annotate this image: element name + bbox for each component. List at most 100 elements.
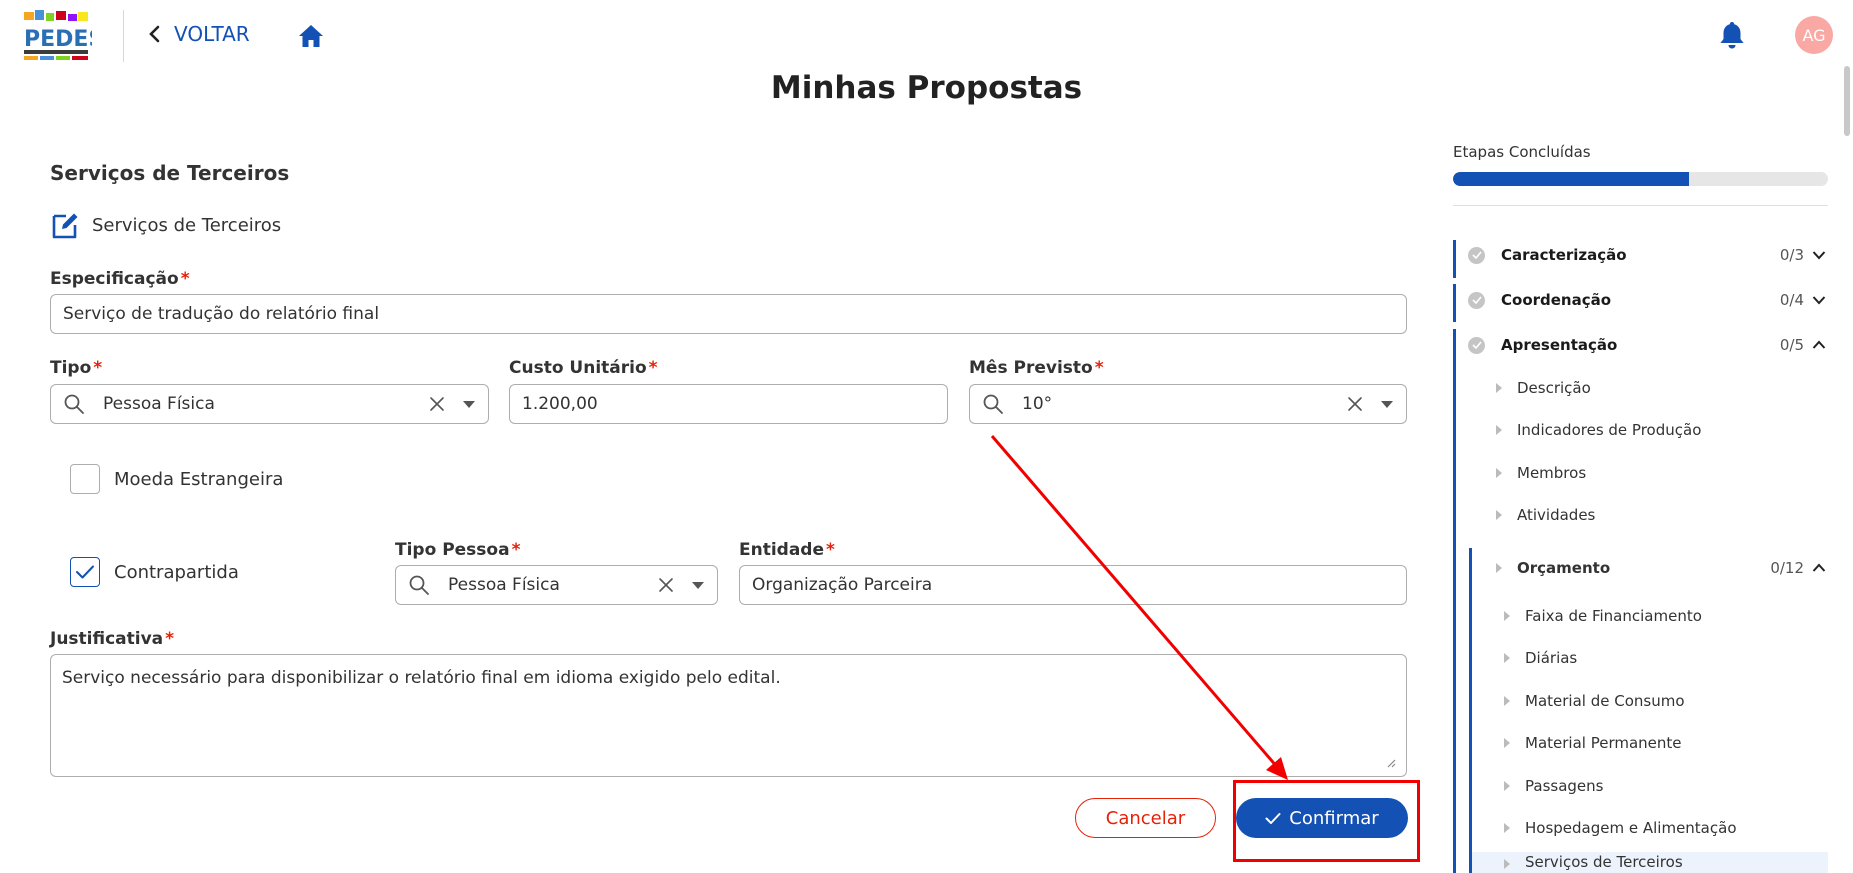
back-button[interactable]: VOLTAR xyxy=(148,22,250,46)
steps-progress-bar xyxy=(1453,172,1828,186)
entidade-label-text: Entidade xyxy=(739,540,825,560)
mes-previsto-select[interactable]: 10° xyxy=(969,384,1407,424)
chevron-up-icon[interactable] xyxy=(1812,563,1826,573)
sidebar-item-indicadores[interactable]: Indicadores de Produção xyxy=(1495,412,1701,448)
tipo-select[interactable]: Pessoa Física xyxy=(50,384,489,424)
step-count: 0/4 xyxy=(1779,291,1804,309)
sidebar-item-label: Faixa de Financiamento xyxy=(1525,607,1702,625)
mes-previsto-value: 10° xyxy=(1022,394,1053,414)
step-coordenacao[interactable]: Coordenação 0/4 xyxy=(1453,280,1828,320)
sidebar-item-descricao[interactable]: Descrição xyxy=(1495,370,1591,406)
required-mark: * xyxy=(511,540,521,560)
step-indicator xyxy=(1453,329,1456,873)
clear-icon[interactable] xyxy=(428,395,446,413)
mes-previsto-label-text: Mês Previsto xyxy=(969,358,1093,378)
caret-right-icon xyxy=(1504,738,1510,748)
sidebar-item-diarias[interactable]: Diárias xyxy=(1503,640,1577,676)
header-divider xyxy=(123,10,124,62)
caret-right-icon xyxy=(1504,781,1510,791)
chevron-down-icon[interactable] xyxy=(1812,295,1826,305)
step-apresentacao[interactable]: Apresentação 0/5 xyxy=(1453,325,1828,365)
tipo-value: Pessoa Física xyxy=(103,394,215,414)
caret-right-icon xyxy=(1496,563,1502,573)
sidebar-item-material-permanente[interactable]: Material Permanente xyxy=(1503,725,1682,761)
sidebar-item-atividades[interactable]: Atividades xyxy=(1495,497,1595,533)
chevron-left-icon xyxy=(149,25,160,43)
custo-unitario-label-text: Custo Unitário xyxy=(509,358,647,378)
step-name: Apresentação xyxy=(1501,336,1618,354)
checkbox-box[interactable] xyxy=(70,464,100,494)
clear-icon[interactable] xyxy=(1346,395,1364,413)
avatar[interactable]: AG xyxy=(1795,16,1833,54)
moeda-estrangeira-checkbox[interactable]: Moeda Estrangeira xyxy=(70,464,283,494)
caret-down-icon[interactable] xyxy=(462,399,476,409)
chevron-down-icon[interactable] xyxy=(1812,250,1826,260)
step-count: 0/3 xyxy=(1779,246,1804,264)
tipo-pessoa-select[interactable]: Pessoa Física xyxy=(395,565,718,605)
sidebar-item-material-consumo[interactable]: Material de Consumo xyxy=(1503,683,1685,719)
sidebar-item-orcamento[interactable]: Orçamento 0/12 xyxy=(1495,550,1828,586)
entidade-label: Entidade * xyxy=(739,540,835,560)
clear-icon[interactable] xyxy=(657,576,675,594)
custo-unitario-label: Custo Unitário * xyxy=(509,358,658,378)
especificacao-input[interactable]: Serviço de tradução do relatório final xyxy=(50,294,1407,334)
bell-icon[interactable] xyxy=(1718,20,1746,50)
step-status-icon xyxy=(1468,291,1485,309)
tipo-pessoa-value: Pessoa Física xyxy=(448,575,560,595)
logo[interactable]: PEDES xyxy=(20,8,92,64)
page-title: Minhas Propostas xyxy=(770,70,1083,106)
sidebar-item-hospedagem[interactable]: Hospedagem e Alimentação xyxy=(1503,810,1737,846)
section-title: Serviços de Terceiros xyxy=(50,161,290,185)
justificativa-label: Justificativa * xyxy=(50,629,174,649)
top-bar: PEDES VOLTAR AG xyxy=(0,0,1853,72)
caret-right-icon xyxy=(1504,859,1510,869)
sidebar-item-membros[interactable]: Membros xyxy=(1495,455,1586,491)
caret-down-icon[interactable] xyxy=(691,580,705,590)
step-name: Coordenação xyxy=(1501,291,1612,309)
especificacao-label: Especificação * xyxy=(50,269,190,289)
chevron-up-icon[interactable] xyxy=(1812,340,1826,350)
contrapartida-label: Contrapartida xyxy=(114,561,239,583)
back-label: VOLTAR xyxy=(174,22,250,46)
sidebar-item-label: Serviços de Terceiros xyxy=(1525,853,1683,871)
entidade-input[interactable]: Organização Parceira xyxy=(739,565,1407,605)
cancel-button[interactable]: Cancelar xyxy=(1075,798,1216,838)
justificativa-textarea[interactable]: Serviço necessário para disponibilizar o… xyxy=(50,654,1407,777)
sidebar-item-label: Indicadores de Produção xyxy=(1517,421,1702,439)
caret-right-icon xyxy=(1504,611,1510,621)
tipo-pessoa-label-text: Tipo Pessoa xyxy=(395,540,510,560)
tipo-label: Tipo * xyxy=(50,358,102,378)
caret-down-icon[interactable] xyxy=(1380,399,1394,409)
check-icon xyxy=(1265,812,1281,824)
confirm-button[interactable]: Confirmar xyxy=(1236,798,1408,838)
custo-unitario-input[interactable]: 1.200,00 xyxy=(509,384,948,424)
step-status-icon xyxy=(1468,246,1485,264)
custo-unitario-value: 1.200,00 xyxy=(522,394,598,414)
confirm-label: Confirmar xyxy=(1289,807,1379,829)
sidebar-divider xyxy=(1453,205,1828,206)
resize-handle-icon[interactable] xyxy=(1386,758,1396,768)
sub-step-indicator xyxy=(1469,548,1472,873)
justificativa-value: Serviço necessário para disponibilizar o… xyxy=(62,668,781,688)
caret-right-icon xyxy=(1504,696,1510,706)
sidebar-item-passagens[interactable]: Passagens xyxy=(1503,768,1603,804)
moeda-estrangeira-label: Moeda Estrangeira xyxy=(114,468,284,490)
sidebar-item-servicos-terceiros[interactable]: Serviços de Terceiros xyxy=(1503,852,1683,873)
sidebar-item-label: Atividades xyxy=(1517,506,1596,524)
contrapartida-checkbox[interactable]: Contrapartida xyxy=(70,557,239,587)
tipo-label-text: Tipo xyxy=(50,358,92,378)
sidebar-item-faixa-financiamento[interactable]: Faixa de Financiamento xyxy=(1503,598,1702,634)
step-name: Caracterização xyxy=(1501,246,1627,264)
caret-right-icon xyxy=(1496,510,1502,520)
required-mark: * xyxy=(826,540,835,560)
step-caracterizacao[interactable]: Caracterização 0/3 xyxy=(1453,235,1828,275)
sidebar-item-label: Diárias xyxy=(1525,649,1578,667)
caret-right-icon xyxy=(1496,468,1502,478)
sidebar-item-label: Passagens xyxy=(1525,777,1604,795)
sidebar-item-label: Hospedagem e Alimentação xyxy=(1525,819,1737,837)
checkbox-box[interactable] xyxy=(70,557,100,587)
home-icon[interactable] xyxy=(297,22,325,50)
search-icon xyxy=(64,394,84,414)
search-icon xyxy=(983,394,1003,414)
especificacao-value: Serviço de tradução do relatório final xyxy=(63,304,380,324)
